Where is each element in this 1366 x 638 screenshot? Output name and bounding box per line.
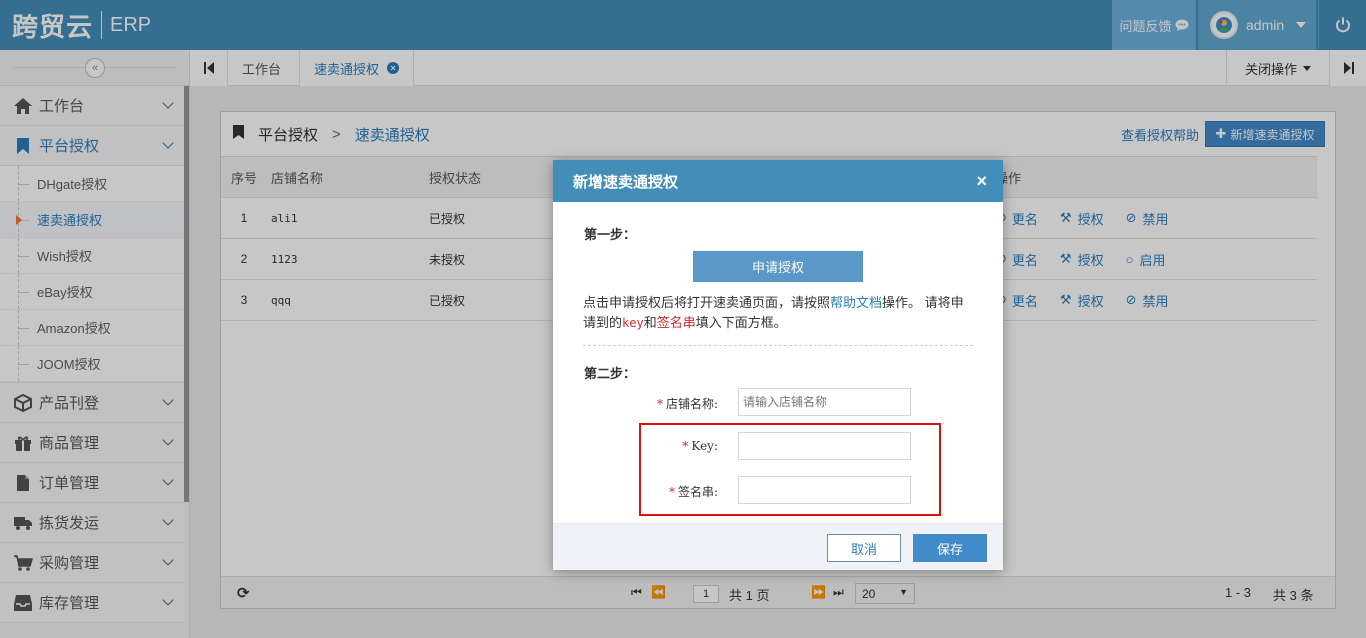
desc-text: 点击申请授权后将打开速卖通页面，请按照	[583, 295, 831, 310]
cancel-label: 取消	[850, 541, 877, 557]
label-text: 店铺名称:	[665, 397, 718, 411]
desc-text: 填入下面方框。	[695, 315, 787, 330]
required-icon: *	[682, 439, 689, 453]
close-icon[interactable]: ×	[976, 172, 987, 190]
step-two-label: 第二步：	[584, 366, 637, 381]
save-button[interactable]: 保存	[913, 534, 987, 562]
save-label: 保存	[936, 541, 963, 557]
required-icon: *	[668, 485, 675, 499]
desc-text: 和	[643, 315, 657, 330]
desc-signature-highlight: 签名串	[656, 315, 696, 330]
dialog-title: 新增速卖通授权	[573, 173, 679, 191]
dashed-divider	[583, 345, 973, 346]
signature-input[interactable]	[738, 476, 911, 504]
label-text: 签名串:	[677, 485, 718, 499]
active-marker-icon	[16, 215, 22, 225]
instructions-text: 点击申请授权后将打开速卖通页面，请按照帮助文档操作。 请将申请到的key和签名串…	[583, 293, 975, 333]
dialog-header: 新增速卖通授权 ×	[553, 160, 1003, 202]
required-icon: *	[656, 397, 663, 411]
dialog-footer: 取消 保存	[553, 523, 1003, 570]
shop-name-label: * 店铺名称:	[578, 395, 718, 412]
apply-auth-button[interactable]: 申请授权	[693, 251, 863, 282]
shop-name-input[interactable]	[738, 388, 911, 416]
apply-button-label: 申请授权	[751, 260, 804, 275]
label-text: Key:	[691, 439, 718, 453]
signature-label: * 签名串:	[578, 483, 718, 500]
step-one-label: 第一步：	[584, 227, 637, 242]
add-aliexpress-auth-dialog: 新增速卖通授权 × 第一步： 申请授权 点击申请授权后将打开速卖通页面，请按照帮…	[553, 160, 1003, 570]
key-input[interactable]	[738, 432, 911, 460]
desc-key-highlight: key	[622, 316, 644, 330]
key-label: * Key:	[578, 439, 718, 453]
cancel-button[interactable]: 取消	[827, 534, 901, 562]
help-doc-link[interactable]: 帮助文档	[830, 295, 882, 310]
